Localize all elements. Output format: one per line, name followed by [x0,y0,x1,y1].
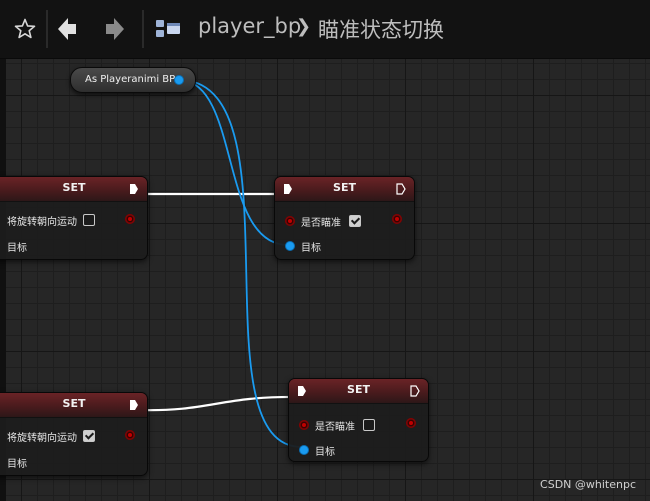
as-playeranimi-bp-node[interactable]: As Playeranimi BP [70,67,196,93]
target-input-row: 目标 [7,239,27,257]
node-header: SET [0,177,147,202]
target-label: 目标 [315,447,335,458]
breadcrumb-separator: ❯ [296,16,312,37]
target-label: 目标 [301,243,321,254]
bool-input-row: 将旋转朝向运动 [7,429,95,447]
arrow-left-icon [58,18,76,40]
aiming-checkbox[interactable] [349,215,361,227]
blueprint-graph-icon [156,20,180,37]
set-node-rotation-bottom[interactable]: SET 将旋转朝向运动 目标 [0,392,148,476]
toolbar-separator [46,10,48,48]
exec-output-pin[interactable] [410,385,420,397]
node-title: SET [62,181,86,194]
toolbar-separator [142,10,144,48]
breadcrumb-current: 瞄准状态切换 [318,18,444,42]
bool-output-pin[interactable] [125,430,135,440]
target-label: 目标 [7,243,27,254]
target-label: 目标 [7,459,27,470]
watermark: CSDN @whitenpc [540,478,636,491]
node-title: SET [347,383,370,396]
arrow-right-icon [106,18,124,40]
node-header: SET [275,177,414,202]
forward-button[interactable] [98,10,132,48]
rotation-checkbox[interactable] [83,430,95,442]
bool-input-label: 将旋转朝向运动 [7,433,77,444]
bool-input-pin[interactable] [285,216,295,226]
star-icon [14,18,36,39]
breadcrumb-root[interactable]: player_bp [198,14,301,38]
bool-input-label: 是否瞄准 [315,422,355,433]
bool-input-row: 将旋转朝向运动 [7,213,95,231]
target-input-row: 目标 [315,443,335,461]
node-title: SET [333,181,356,194]
target-input-pin[interactable] [299,445,309,455]
target-input-row: 目标 [7,455,27,473]
bool-output-pin[interactable] [125,214,135,224]
back-button[interactable] [50,10,84,48]
rotation-checkbox[interactable] [83,214,95,226]
node-header: SET [289,379,428,404]
bool-input-label: 是否瞄准 [301,218,341,229]
bool-input-pin[interactable] [299,420,309,430]
getter-node-label: As Playeranimi BP [85,74,176,85]
favorite-button[interactable] [8,10,42,48]
bool-input-row: 是否瞄准 [315,418,375,436]
target-input-row: 目标 [301,239,321,257]
bool-input-label: 将旋转朝向运动 [7,217,77,228]
exec-output-pin[interactable] [129,183,139,195]
node-header: SET [0,393,147,418]
set-node-aiming-top[interactable]: SET 是否瞄准 目标 [274,176,415,260]
blueprint-graph-button[interactable] [152,10,186,48]
getter-output-pin[interactable] [174,75,184,85]
set-node-rotation-top[interactable]: SET 将旋转朝向运动 目标 [0,176,148,260]
bool-output-pin[interactable] [406,418,416,428]
exec-output-pin[interactable] [396,183,406,195]
set-node-aiming-bottom[interactable]: SET 是否瞄准 目标 [288,378,429,462]
bool-input-row: 是否瞄准 [301,214,361,232]
node-title: SET [62,397,86,410]
target-input-pin[interactable] [285,241,295,251]
bool-output-pin[interactable] [392,214,402,224]
editor-toolbar: player_bp ❯ 瞄准状态切换 [0,0,650,59]
blueprint-editor: player_bp ❯ 瞄准状态切换 As Playeranimi BP SET… [0,0,650,501]
exec-output-pin[interactable] [129,399,139,411]
aiming-checkbox[interactable] [363,419,375,431]
